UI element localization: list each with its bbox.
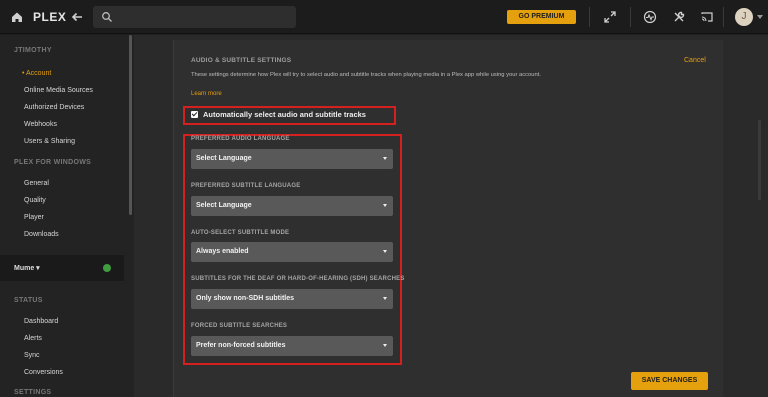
sidebar-item-account[interactable]: • Account: [22, 70, 51, 77]
sidebar-scrollbar[interactable]: [129, 35, 132, 215]
learn-more-link[interactable]: Learn more: [191, 91, 222, 97]
select-value: Select Language: [196, 155, 252, 162]
back-arrow-icon[interactable]: [70, 10, 84, 24]
auto-select-checkbox[interactable]: [191, 111, 198, 118]
select-value: Prefer non-forced subtitles: [196, 342, 286, 349]
field-label-audio-language: PREFERRED AUDIO LANGUAGE: [191, 136, 290, 142]
subtitle-mode-select[interactable]: Always enabled: [191, 242, 393, 262]
page-title: AUDIO & SUBTITLE SETTINGS: [191, 57, 292, 64]
search-icon: [102, 12, 112, 22]
cast-icon[interactable]: [700, 10, 714, 24]
chevron-down-icon[interactable]: [757, 15, 763, 19]
toolbar-divider: [589, 7, 590, 27]
field-label-forced-searches: FORCED SUBTITLE SEARCHES: [191, 323, 288, 329]
sidebar-item-dashboard[interactable]: Dashboard: [24, 318, 58, 325]
caret-down-icon: [383, 204, 387, 207]
select-value: Only show non-SDH subtitles: [196, 295, 295, 302]
sidebar: JTIMOTHY • Account Online Media Sources …: [0, 35, 134, 397]
search-input[interactable]: [93, 6, 296, 28]
activity-icon[interactable]: [643, 10, 657, 24]
field-label-sdh-searches: SUBTITLES FOR THE DEAF OR HARD-OF-HEARIN…: [191, 276, 405, 282]
sidebar-item-downloads[interactable]: Downloads: [24, 231, 59, 238]
forced-searches-select[interactable]: Prefer non-forced subtitles: [191, 336, 393, 356]
sidebar-item-general[interactable]: General: [24, 180, 49, 187]
auto-select-label[interactable]: Automatically select audio and subtitle …: [203, 110, 366, 119]
toolbar-divider: [723, 7, 724, 27]
save-changes-button[interactable]: SAVE CHANGES: [631, 372, 708, 390]
subtitle-language-select[interactable]: Select Language: [191, 196, 393, 216]
server-online-icon: [103, 264, 111, 272]
caret-down-icon: [383, 344, 387, 347]
caret-down-icon: [383, 297, 387, 300]
cancel-link[interactable]: Cancel: [684, 57, 706, 64]
sidebar-item-label: Account: [26, 70, 52, 77]
main-scrollbar[interactable]: [758, 120, 761, 200]
go-premium-button[interactable]: GO PREMIUM: [507, 10, 576, 24]
sidebar-heading-status: STATUS: [14, 297, 43, 304]
sidebar-item-alerts[interactable]: Alerts: [24, 335, 42, 342]
fullscreen-icon[interactable]: [603, 10, 617, 24]
top-bar: PLEX GO PREMIUM J: [0, 0, 768, 34]
sidebar-item-authorized-devices[interactable]: Authorized Devices: [24, 104, 84, 111]
sidebar-item-player[interactable]: Player: [24, 214, 44, 221]
plex-logo[interactable]: PLEX: [33, 10, 66, 24]
sidebar-heading-settings: SETTINGS: [14, 389, 52, 396]
sidebar-item-quality[interactable]: Quality: [24, 197, 46, 204]
select-value: Select Language: [196, 202, 252, 209]
toolbar-divider: [630, 7, 631, 27]
server-name: Mume ▾: [14, 265, 40, 272]
sidebar-heading-user: JTIMOTHY: [14, 47, 52, 54]
sidebar-item-users-sharing[interactable]: Users & Sharing: [24, 138, 75, 145]
sidebar-item-webhooks[interactable]: Webhooks: [24, 121, 57, 128]
sidebar-item-online-media-sources[interactable]: Online Media Sources: [24, 87, 93, 94]
server-selector[interactable]: Mume ▾: [0, 255, 124, 281]
audio-language-select[interactable]: Select Language: [191, 149, 393, 169]
caret-down-icon: [383, 250, 387, 253]
home-icon[interactable]: [10, 10, 24, 24]
select-value: Always enabled: [196, 248, 249, 255]
sidebar-item-sync[interactable]: Sync: [24, 352, 40, 359]
avatar[interactable]: J: [735, 8, 753, 26]
settings-tools-icon[interactable]: [672, 10, 686, 24]
field-label-subtitle-mode: AUTO-SELECT SUBTITLE MODE: [191, 230, 290, 236]
sidebar-heading-windows: PLEX FOR WINDOWS: [14, 159, 92, 166]
settings-description: These settings determine how Plex will t…: [191, 72, 541, 78]
sdh-searches-select[interactable]: Only show non-SDH subtitles: [191, 289, 393, 309]
caret-down-icon: [383, 157, 387, 160]
sidebar-item-conversions[interactable]: Conversions: [24, 369, 63, 376]
field-label-subtitle-language: PREFERRED SUBTITLE LANGUAGE: [191, 183, 301, 189]
